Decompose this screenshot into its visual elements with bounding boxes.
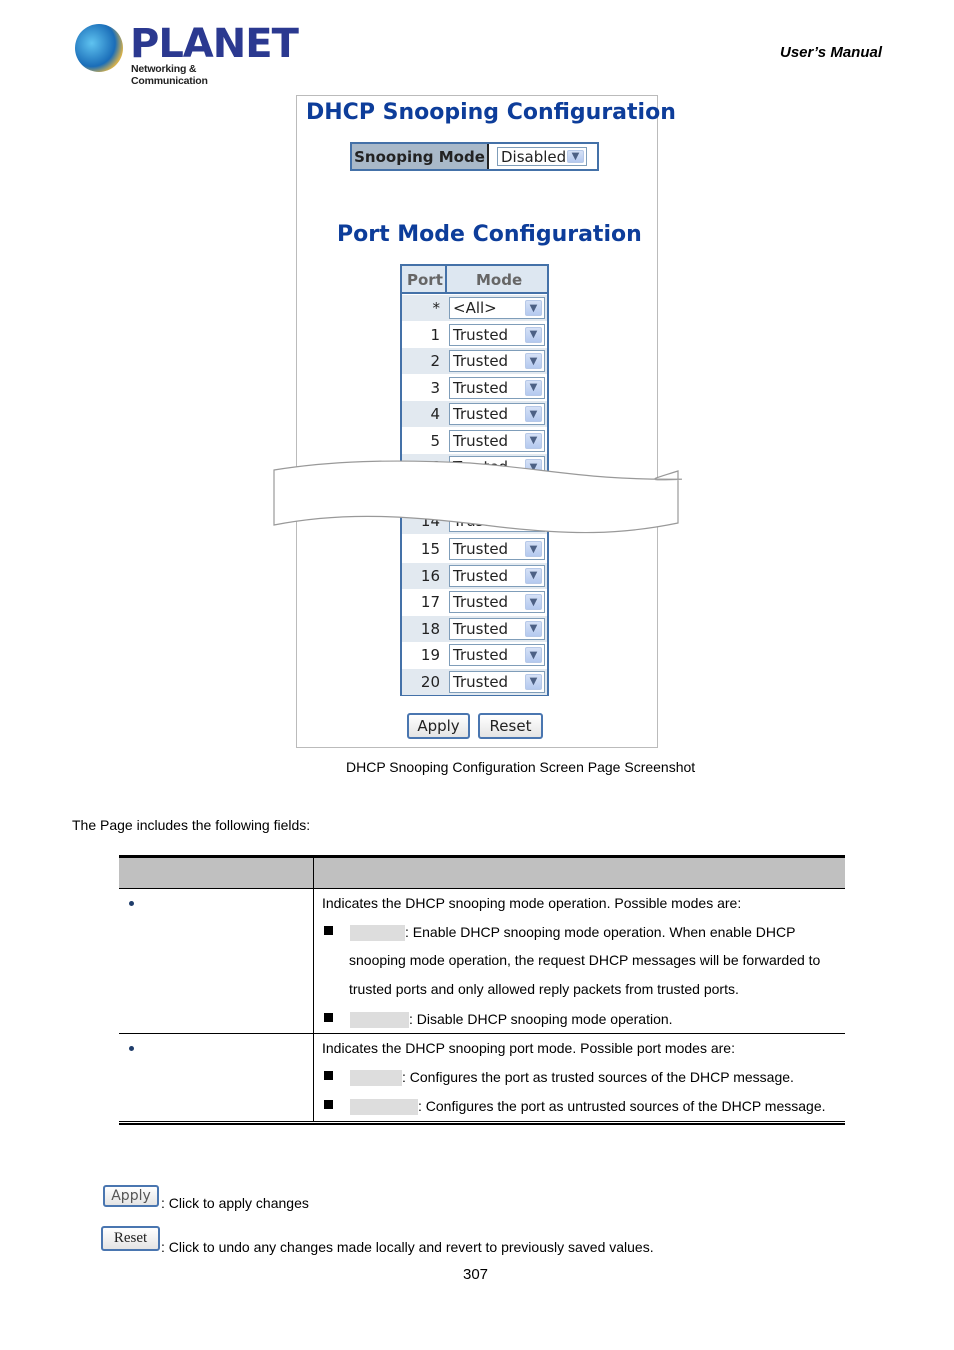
snooping-mode-row: Snooping Mode Disabled ▼ <box>350 142 599 171</box>
table-row: 3 Trusted ▼ <box>402 375 547 401</box>
apply-button-example[interactable]: Apply <box>103 1185 159 1207</box>
table-row: 16 Trusted ▼ <box>402 562 547 589</box>
square-bullet <box>324 1071 333 1080</box>
port-mode-select[interactable]: Trusted▼ <box>449 429 545 452</box>
table-row: * <All> ▼ <box>402 295 547 321</box>
port-number: 1 <box>430 325 440 344</box>
table-row: 17 Trusted ▼ <box>402 589 547 615</box>
port-number: 15 <box>420 540 440 558</box>
port-mode-select[interactable]: Trusted▼ <box>449 617 545 640</box>
port-number: 4 <box>430 405 440 423</box>
chevron-down-icon: ▼ <box>525 353 542 369</box>
intro-text: The Page includes the following fields: <box>72 817 311 833</box>
port-mode-title: Port Mode Configuration <box>337 222 642 247</box>
reset-button[interactable]: Reset <box>478 713 543 739</box>
snooping-mode-select[interactable]: Disabled ▼ <box>497 147 587 166</box>
chevron-down-icon: ▼ <box>525 379 542 396</box>
chevron-down-icon: ▼ <box>525 647 542 663</box>
port-mode-select[interactable]: Trusted▼ <box>449 538 545 560</box>
bullet <box>129 1046 134 1051</box>
port-mode-select[interactable]: <All> ▼ <box>449 297 545 319</box>
square-bullet <box>324 1013 333 1022</box>
table-row: 2 Trusted ▼ <box>402 348 547 374</box>
square-bullet <box>324 1100 333 1109</box>
port-number: 5 <box>430 431 440 450</box>
chevron-down-icon: ▼ <box>567 150 584 163</box>
square-bullet <box>324 926 333 935</box>
port-mode-select[interactable]: Trusted▼ <box>449 403 545 425</box>
snooping-mode-label: Snooping Mode <box>352 144 489 169</box>
page-number: 307 <box>463 1266 489 1283</box>
port-number: 18 <box>420 619 440 638</box>
chevron-down-icon: ▼ <box>525 541 542 557</box>
port-number: 2 <box>430 352 440 370</box>
port-mode-select[interactable]: Trusted▼ <box>449 670 545 693</box>
chevron-down-icon: ▼ <box>525 300 542 316</box>
figure-caption: DHCP Snooping Configuration Screen Page … <box>346 759 696 775</box>
chevron-down-icon: ▼ <box>525 594 542 610</box>
table-row: 5 Trusted ▼ <box>402 428 547 454</box>
reset-button-example[interactable]: Reset <box>101 1226 160 1251</box>
table-row: 1 Trusted ▼ <box>402 322 547 348</box>
chevron-down-icon: ▼ <box>525 673 542 690</box>
fields-table-header <box>119 858 845 888</box>
port-mode-select[interactable]: Trusted▼ <box>449 591 545 613</box>
table-row: 20 Trusted ▼ <box>402 668 547 695</box>
page-title: DHCP Snooping Configuration <box>306 100 676 125</box>
port-number: 3 <box>430 378 440 397</box>
chevron-down-icon: ▼ <box>525 326 542 343</box>
port-mode-select[interactable]: Trusted▼ <box>449 644 545 666</box>
globe-icon <box>75 24 123 72</box>
table-row: 19 Trusted ▼ <box>402 642 547 668</box>
port-number: 17 <box>420 593 440 611</box>
port-mode-select[interactable]: Trusted▼ <box>449 564 545 587</box>
port-number: * <box>432 299 441 317</box>
fields-table: Indicates the DHCP snooping mode operati… <box>119 855 845 1125</box>
chevron-down-icon: ▼ <box>525 567 542 584</box>
chevron-down-icon: ▼ <box>525 620 542 637</box>
port-mode-select[interactable]: Trusted▼ <box>449 350 545 372</box>
planet-logo: PLANET Networking & Communication <box>75 22 299 87</box>
port-number: 19 <box>420 646 440 664</box>
chevron-down-icon: ▼ <box>525 432 542 449</box>
table-row: 18 Trusted ▼ <box>402 615 547 642</box>
port-mode-select[interactable]: Trusted▼ <box>449 323 545 346</box>
bullet <box>129 901 134 906</box>
table-header: Port Mode <box>402 266 547 294</box>
apply-button[interactable]: Apply <box>407 713 470 739</box>
port-number: 16 <box>420 566 440 585</box>
manual-label: User’s Manual <box>780 44 882 61</box>
table-row: 4 Trusted ▼ <box>402 401 547 427</box>
chevron-down-icon: ▼ <box>525 406 542 422</box>
table-break-wave <box>273 460 682 534</box>
port-number: 20 <box>420 672 440 691</box>
port-mode-select[interactable]: Trusted▼ <box>449 376 545 399</box>
